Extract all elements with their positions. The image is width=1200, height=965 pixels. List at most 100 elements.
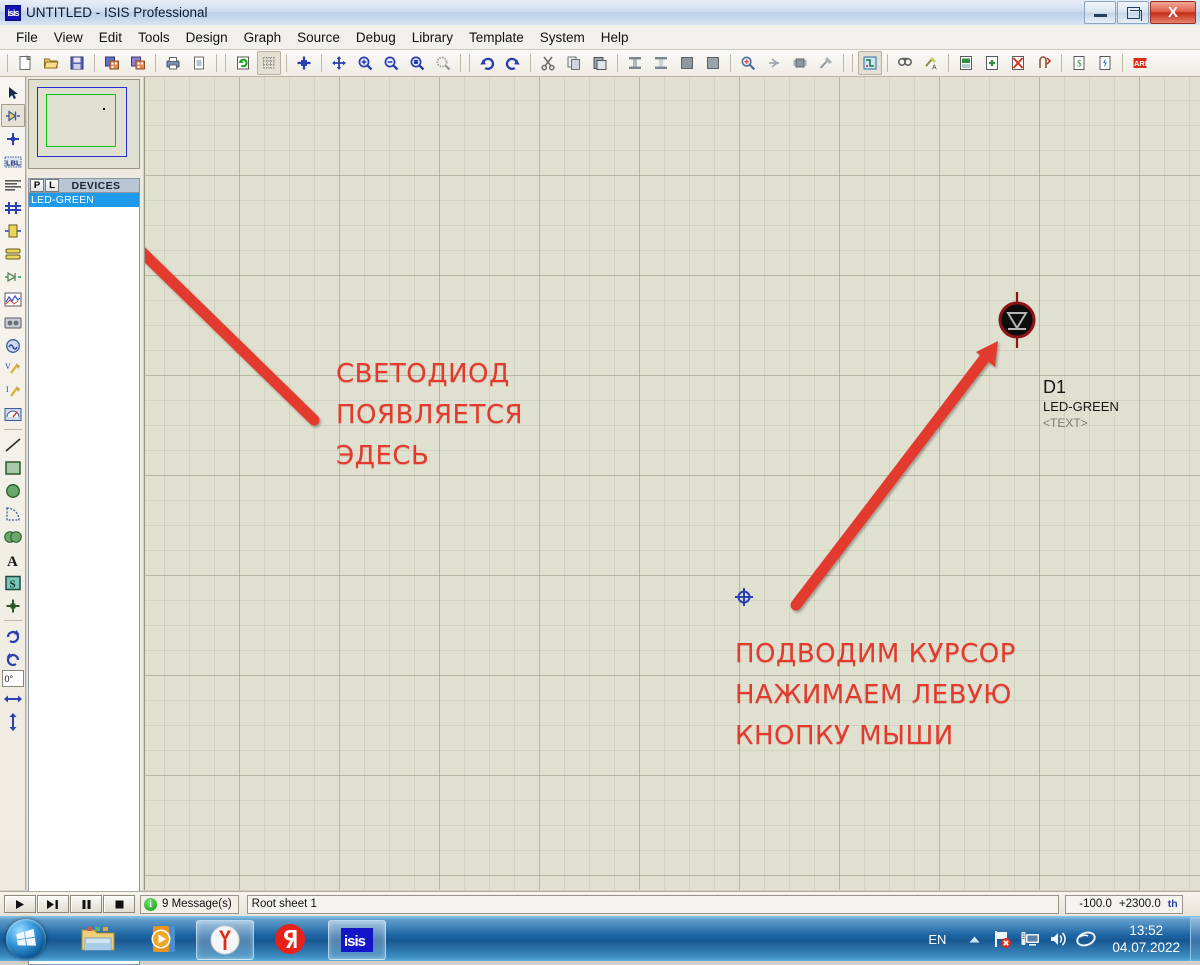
menu-edit[interactable]: Edit <box>91 28 130 47</box>
selection-tool[interactable] <box>1 81 25 104</box>
menu-help[interactable]: Help <box>593 28 637 47</box>
menu-source[interactable]: Source <box>289 28 348 47</box>
origin-icon[interactable] <box>292 51 316 75</box>
print-area-icon[interactable] <box>187 51 211 75</box>
netlist-to-ares-icon[interactable]: ARES <box>1128 51 1152 75</box>
mirror-horizontal-icon[interactable] <box>1 687 25 710</box>
open-file-icon[interactable] <box>39 51 63 75</box>
zoom-area-icon[interactable] <box>405 51 429 75</box>
component-tool[interactable] <box>0 104 25 127</box>
package-tool-icon[interactable] <box>788 51 812 75</box>
list-item[interactable]: LED-GREEN <box>29 193 139 207</box>
devices-list[interactable]: LED-GREEN <box>28 193 140 965</box>
subcircuit-tool[interactable] <box>1 219 25 242</box>
close-button[interactable]: X <box>1150 1 1196 24</box>
property-assignment-icon[interactable]: A <box>919 51 943 75</box>
save-file-icon[interactable] <box>65 51 89 75</box>
graph-mode[interactable] <box>1 288 25 311</box>
step-button[interactable] <box>37 895 69 913</box>
minimize-button[interactable] <box>1084 1 1116 24</box>
menu-view[interactable]: View <box>46 28 91 47</box>
search-tag-icon[interactable] <box>893 51 917 75</box>
text-A-icon[interactable]: A <box>1 548 25 571</box>
current-probe-mode[interactable]: I <box>1 380 25 403</box>
marker-tool[interactable] <box>1 594 25 617</box>
wire-label-tool[interactable]: LBL <box>1 150 25 173</box>
refresh-display-icon[interactable] <box>231 51 255 75</box>
taskbar-yandex-browser[interactable] <box>196 920 254 960</box>
remove-sheet-icon[interactable] <box>1006 51 1030 75</box>
taskbar-yandex[interactable] <box>262 920 318 958</box>
rotation-value-field[interactable]: 0° <box>1 670 24 687</box>
cut-icon[interactable] <box>536 51 560 75</box>
zoom-sheet-icon[interactable] <box>431 51 455 75</box>
block-move-icon[interactable] <box>649 51 673 75</box>
new-sheet-icon[interactable] <box>980 51 1004 75</box>
junction-dot-tool[interactable] <box>1 127 25 150</box>
design-explorer-icon[interactable] <box>954 51 978 75</box>
restore-button[interactable] <box>1117 1 1149 24</box>
menu-tools[interactable]: Tools <box>130 28 178 47</box>
menu-design[interactable]: Design <box>178 28 236 47</box>
undo-icon[interactable] <box>475 51 499 75</box>
symbol-S-icon[interactable]: S <box>1 571 25 594</box>
redo-icon[interactable] <box>501 51 525 75</box>
taskbar-explorer[interactable] <box>70 920 126 958</box>
menu-template[interactable]: Template <box>461 28 532 47</box>
taskbar-media-player[interactable] <box>136 920 192 958</box>
virtual-instruments-mode[interactable] <box>1 403 25 426</box>
export-section-icon[interactable] <box>126 51 150 75</box>
make-device-icon[interactable] <box>762 51 786 75</box>
tray-language[interactable]: EN <box>928 932 946 947</box>
tray-clock[interactable]: 13:52 04.07.2022 <box>1112 922 1180 956</box>
import-section-icon[interactable] <box>100 51 124 75</box>
overview-preview[interactable] <box>28 79 140 169</box>
box-tool[interactable] <box>1 456 25 479</box>
volume-icon[interactable] <box>1047 928 1069 950</box>
messages-status[interactable]: i 9 Message(s) <box>140 894 239 914</box>
zoom-in-icon[interactable] <box>353 51 377 75</box>
circle-tool[interactable] <box>1 479 25 502</box>
schematic-canvas[interactable]: D1 LED-GREEN <TEXT> <box>144 77 1200 890</box>
text-script-tool[interactable] <box>1 173 25 196</box>
taskbar-isis[interactable]: isis <box>328 920 386 960</box>
pause-button[interactable] <box>70 895 102 913</box>
library-button[interactable]: L <box>45 179 59 192</box>
chevron-up-icon[interactable] <box>963 928 985 950</box>
generator-mode[interactable] <box>1 334 25 357</box>
rotate-ccw-icon[interactable] <box>1 647 25 670</box>
electrical-rule-check-icon[interactable] <box>1093 51 1117 75</box>
wire-autorouter-icon[interactable] <box>858 51 882 75</box>
arc-tool[interactable] <box>1 502 25 525</box>
rotate-cw-icon[interactable] <box>1 624 25 647</box>
menu-system[interactable]: System <box>532 28 593 47</box>
windows-start-orb[interactable] <box>6 919 46 959</box>
stop-button[interactable] <box>103 895 135 913</box>
device-pins-mode[interactable] <box>1 265 25 288</box>
print-icon[interactable] <box>161 51 185 75</box>
terminals-mode[interactable] <box>1 242 25 265</box>
zoom-out-icon[interactable] <box>379 51 403 75</box>
mirror-vertical-icon[interactable] <box>1 710 25 733</box>
menu-graph[interactable]: Graph <box>236 28 290 47</box>
new-file-icon[interactable] <box>13 51 37 75</box>
show-desktop-button[interactable] <box>1190 917 1200 961</box>
goto-sheet-icon[interactable] <box>1032 51 1056 75</box>
menu-debug[interactable]: Debug <box>348 28 404 47</box>
path-tool[interactable] <box>1 525 25 548</box>
voltage-probe-mode[interactable]: V <box>1 357 25 380</box>
paste-icon[interactable] <box>588 51 612 75</box>
network-flag-error-icon[interactable] <box>991 928 1013 950</box>
decompose-icon[interactable] <box>814 51 838 75</box>
line-tool[interactable] <box>1 433 25 456</box>
menu-file[interactable]: File <box>8 28 46 47</box>
toggle-grid-icon[interactable] <box>257 51 281 75</box>
tape-recorder-mode[interactable] <box>1 311 25 334</box>
pick-device-icon[interactable] <box>736 51 760 75</box>
copy-icon[interactable] <box>562 51 586 75</box>
block-rotate-icon[interactable] <box>675 51 699 75</box>
play-button[interactable] <box>4 895 36 913</box>
pick-device-button[interactable]: P <box>30 179 44 192</box>
pan-icon[interactable] <box>327 51 351 75</box>
block-delete-icon[interactable] <box>701 51 725 75</box>
